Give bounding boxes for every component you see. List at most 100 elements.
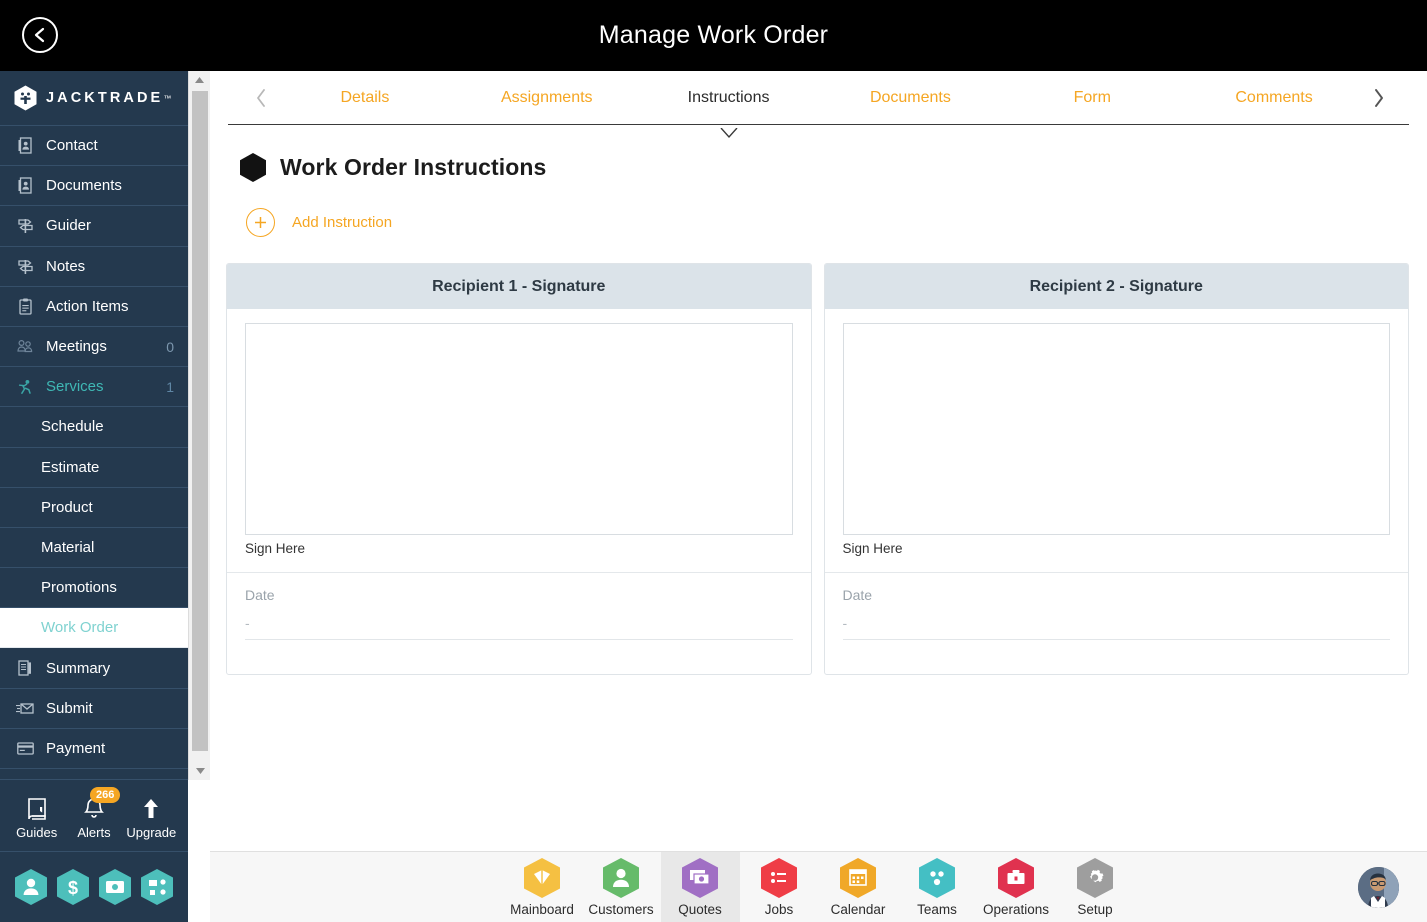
card-body: Sign Here (825, 309, 1409, 572)
card-title: Recipient 2 - Signature (824, 264, 1408, 309)
bottom-nav-label: Calendar (830, 902, 886, 917)
scroll-down-arrow-icon[interactable] (189, 762, 211, 780)
sidebar-item-meetings[interactable]: Meetings 0 (0, 327, 188, 368)
user-avatar-image (1358, 867, 1399, 908)
date-value[interactable]: - (842, 603, 1390, 640)
scroll-up-arrow-icon[interactable] (189, 71, 210, 89)
tab-assignments[interactable]: Assignments (456, 75, 638, 121)
sidebar-item-summary[interactable]: Summary (0, 648, 188, 689)
submit-envelope-icon (14, 702, 36, 715)
sidebar-item-documents[interactable]: Documents (0, 166, 188, 207)
sidebar-item-label: Promotions (41, 579, 117, 597)
sidebar-item-label: Services (46, 378, 104, 396)
guides-button[interactable]: Guides (8, 791, 65, 840)
bottom-nav-label: Mainboard (510, 902, 574, 917)
tab-list: Details Assignments Instructions Documen… (274, 75, 1365, 138)
add-instruction-button[interactable]: Add Instruction (210, 182, 1427, 237)
tab-comments[interactable]: Comments (1183, 75, 1365, 121)
signature-canvas[interactable] (245, 323, 793, 535)
card-footer-space (227, 640, 811, 674)
sidebar-item-contact[interactable]: Contact (0, 126, 188, 167)
tab-details[interactable]: Details (274, 75, 456, 121)
card-body: Sign Here (227, 309, 811, 572)
tab-label: Instructions (687, 88, 770, 106)
active-tab-caret-icon (720, 127, 738, 138)
sidebar-item-promotions[interactable]: Promotions (0, 568, 188, 609)
alerts-button[interactable]: 266 Alerts (65, 787, 122, 840)
sidebar-item-estimate[interactable]: Estimate (0, 448, 188, 488)
mainboard-hex-icon (524, 858, 560, 898)
sidebar-item-label: Summary (46, 659, 111, 677)
tab-label: Assignments (500, 88, 593, 106)
bottom-nav-label: Setup (1077, 902, 1113, 917)
tab-prev-button[interactable] (248, 88, 274, 107)
workflow-hex-icon[interactable] (140, 868, 174, 906)
sign-here-label: Sign Here (842, 541, 903, 556)
dollar-hex-icon[interactable]: $ (56, 868, 90, 906)
sidebar-item-work-order[interactable]: Work Order (0, 608, 188, 649)
bottom-nav-mainboard[interactable]: Mainboard (503, 852, 582, 922)
tab-instructions[interactable]: Instructions (638, 75, 820, 138)
bottom-nav-calendar[interactable]: Calendar (819, 852, 898, 922)
jobs-hex-icon (761, 858, 797, 898)
tool-label: Guides (16, 825, 58, 840)
sidebar: JACKTRADE ™ Contact Documents Guider Not… (0, 71, 188, 922)
summary-book-icon (14, 660, 36, 676)
sidebar-item-label: Schedule (41, 418, 104, 436)
signpost-icon (14, 258, 36, 275)
sidebar-footer: Guides 266 Alerts Upgrade $ (0, 779, 188, 922)
sidebar-item-notes[interactable]: Notes (0, 247, 188, 287)
bottom-nav-teams[interactable]: Teams (898, 852, 977, 922)
avatar[interactable] (1358, 867, 1399, 908)
brand-logo[interactable]: JACKTRADE ™ (0, 71, 188, 126)
date-field: Date - (227, 573, 811, 640)
tab-label: Form (1073, 88, 1111, 106)
bottom-nav-setup[interactable]: Setup (1056, 852, 1135, 922)
svg-text:$: $ (68, 878, 78, 898)
scrollbar-thumb[interactable] (192, 91, 208, 751)
bottom-nav-label: Teams (917, 902, 957, 917)
bottom-nav-label: Jobs (764, 902, 794, 917)
date-value[interactable]: - (245, 603, 793, 640)
bottom-nav-quotes[interactable]: Quotes (660, 851, 740, 922)
setup-gear-hex-icon (1077, 858, 1113, 898)
back-button[interactable] (22, 17, 58, 53)
signature-card-recipient-2: Recipient 2 - Signature Sign Here Date - (823, 263, 1409, 675)
sidebar-nav-list: Contact Documents Guider Notes Action It… (0, 126, 188, 769)
sidebar-item-services[interactable]: Services 1 (0, 367, 188, 408)
sidebar-item-product[interactable]: Product (0, 488, 188, 528)
brand-trademark: ™ (163, 93, 172, 103)
section-heading: Work Order Instructions (210, 125, 1427, 182)
sidebar-item-schedule[interactable]: Schedule (0, 407, 188, 448)
tab-next-button[interactable] (1365, 88, 1391, 107)
top-header-bar: Manage Work Order (0, 0, 1427, 71)
sidebar-scrollbar[interactable] (188, 71, 210, 780)
sidebar-item-label: Estimate (41, 458, 100, 476)
date-field: Date - (825, 573, 1409, 640)
upgrade-button[interactable]: Upgrade (123, 791, 180, 840)
sidebar-item-material[interactable]: Material (0, 528, 188, 569)
bottom-nav-operations[interactable]: Operations (977, 852, 1056, 922)
signature-canvas[interactable] (842, 323, 1390, 535)
invoice-hex-icon[interactable] (98, 868, 132, 906)
user-hex-icon[interactable] (14, 868, 48, 906)
card-title: Recipient 1 - Signature (227, 264, 811, 309)
card-footer-space (825, 640, 1409, 674)
signature-cards: Recipient 1 - Signature Sign Here Date -… (210, 237, 1427, 675)
bottom-nav-bar: Mainboard Customers Quotes Jobs Calendar… (210, 851, 1427, 922)
sidebar-item-payment[interactable]: Payment (0, 729, 188, 769)
sidebar-item-label: Guider (46, 217, 92, 235)
bottom-nav-customers[interactable]: Customers (582, 852, 661, 922)
bottom-nav-label: Quotes (678, 902, 722, 917)
sidebar-item-action-items[interactable]: Action Items (0, 287, 188, 327)
tab-label: Documents (869, 88, 951, 106)
tab-documents[interactable]: Documents (819, 75, 1001, 121)
tab-form[interactable]: Form (1001, 75, 1183, 121)
sidebar-item-submit[interactable]: Submit (0, 689, 188, 729)
sidebar-item-guider[interactable]: Guider (0, 206, 188, 247)
up-arrow-icon (140, 791, 162, 821)
bottom-nav-jobs[interactable]: Jobs (740, 852, 819, 922)
calendar-hex-icon (840, 858, 876, 898)
sidebar-item-label: Material (41, 538, 95, 556)
sidebar-item-label: Work Order (41, 619, 119, 637)
